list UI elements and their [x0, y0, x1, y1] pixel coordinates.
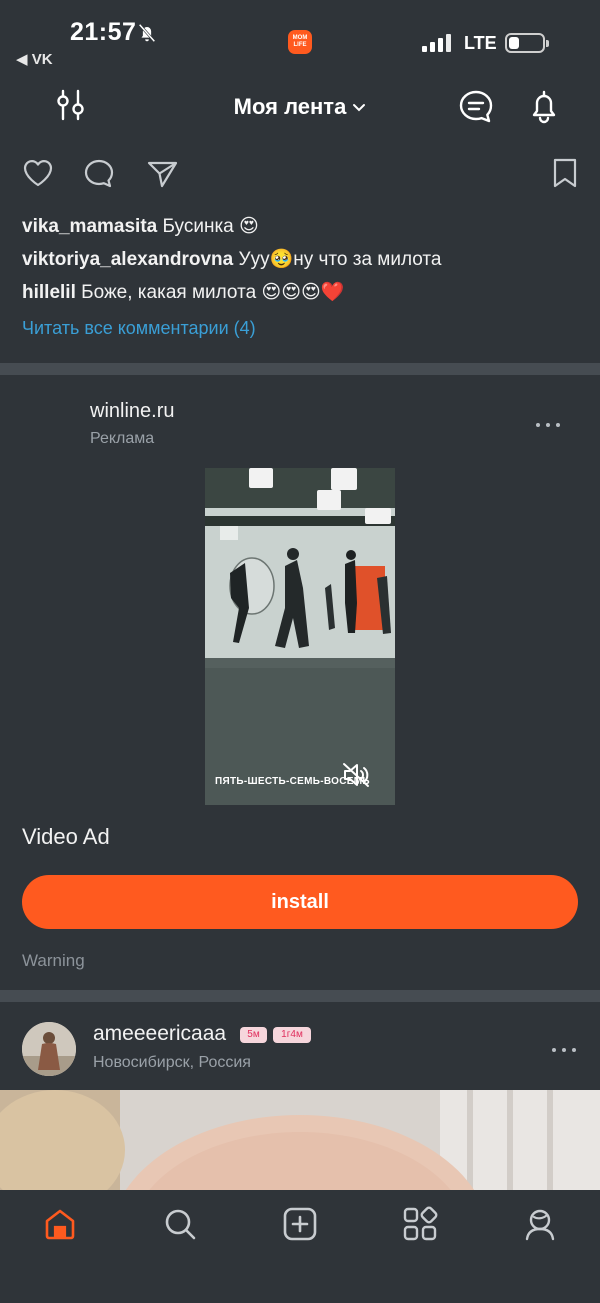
post-actions [0, 152, 600, 192]
share-icon[interactable] [145, 156, 179, 190]
post-author[interactable]: ameeeericaaa [93, 1022, 226, 1046]
bottom-navigation [0, 1190, 600, 1303]
search-icon[interactable] [162, 1206, 198, 1242]
ad-video[interactable]: ПЯТЬ-ШЕСТЬ-СЕМЬ-ВОСЕМЬ [205, 468, 395, 805]
child-age-badge: 1г4м [273, 1027, 311, 1043]
back-to-app-link[interactable]: ◀ VK [16, 50, 53, 68]
comment-text: Ууу🥹ну что за милота [238, 249, 442, 270]
chevron-down-icon [353, 104, 366, 112]
mute-icon[interactable] [342, 762, 370, 788]
ad-warning: Warning [22, 951, 85, 970]
comment-author[interactable]: vika_mamasita [22, 216, 157, 237]
more-options-icon[interactable] [549, 1043, 579, 1057]
video-frame [205, 468, 395, 805]
comments-list: vika_mamasita Бусинка 😍 viktoriya_alexan… [22, 210, 582, 343]
status-time: 21:57 [70, 18, 137, 46]
section-divider [0, 363, 600, 375]
post-photo-image [0, 1090, 600, 1190]
bell-icon[interactable] [526, 88, 562, 126]
app-bar: Моя лента [0, 78, 600, 138]
comment-text: Боже, какая милота 😍😍😍❤️ [81, 282, 345, 303]
chat-icon[interactable] [457, 88, 495, 126]
app-badge-icon: MOM LIFE [288, 30, 312, 54]
heart-icon[interactable] [21, 156, 55, 190]
profile-icon[interactable] [522, 1206, 558, 1242]
avatar[interactable] [22, 1022, 76, 1076]
signal-icon [422, 34, 452, 52]
network-type: LTE [464, 33, 497, 53]
ad-title: Video Ad [22, 824, 110, 849]
install-button[interactable]: install [22, 875, 578, 929]
avatar-image [22, 1022, 76, 1076]
bell-off-icon [138, 23, 156, 43]
status-bar: 21:57 ◀ VK MOM LIFE LTE [0, 0, 600, 78]
section-divider [0, 990, 600, 1002]
feed-title: Моя лента [233, 94, 347, 119]
comment-author[interactable]: viktoriya_alexandrovna [22, 249, 233, 270]
post-location: Новосибирск, Россия [93, 1054, 251, 1071]
ad-label: Реклама [90, 430, 155, 447]
comment-icon[interactable] [82, 156, 116, 190]
comment: hillelil Боже, какая милота 😍😍😍❤️ [22, 276, 582, 309]
battery-icon [505, 33, 549, 53]
add-icon[interactable] [282, 1206, 318, 1242]
comment-text: Бусинка 😍 [162, 216, 259, 237]
child-age-badge: 5м [240, 1027, 267, 1043]
read-all-comments-link[interactable]: Читать все комментарии (4) [22, 313, 582, 343]
post-photo[interactable] [0, 1090, 600, 1190]
battery-fill [509, 37, 519, 49]
comment: viktoriya_alexandrovna Ууу🥹ну что за мил… [22, 243, 582, 276]
bookmark-icon[interactable] [548, 156, 582, 190]
feed-selector[interactable]: Моя лента [0, 94, 600, 120]
comment-author[interactable]: hillelil [22, 282, 76, 303]
home-icon[interactable] [42, 1206, 78, 1242]
apps-icon[interactable] [402, 1206, 438, 1242]
advertiser-name[interactable]: winline.ru [90, 400, 174, 423]
comment: vika_mamasita Бусинка 😍 [22, 210, 582, 243]
more-options-icon[interactable] [533, 418, 563, 432]
